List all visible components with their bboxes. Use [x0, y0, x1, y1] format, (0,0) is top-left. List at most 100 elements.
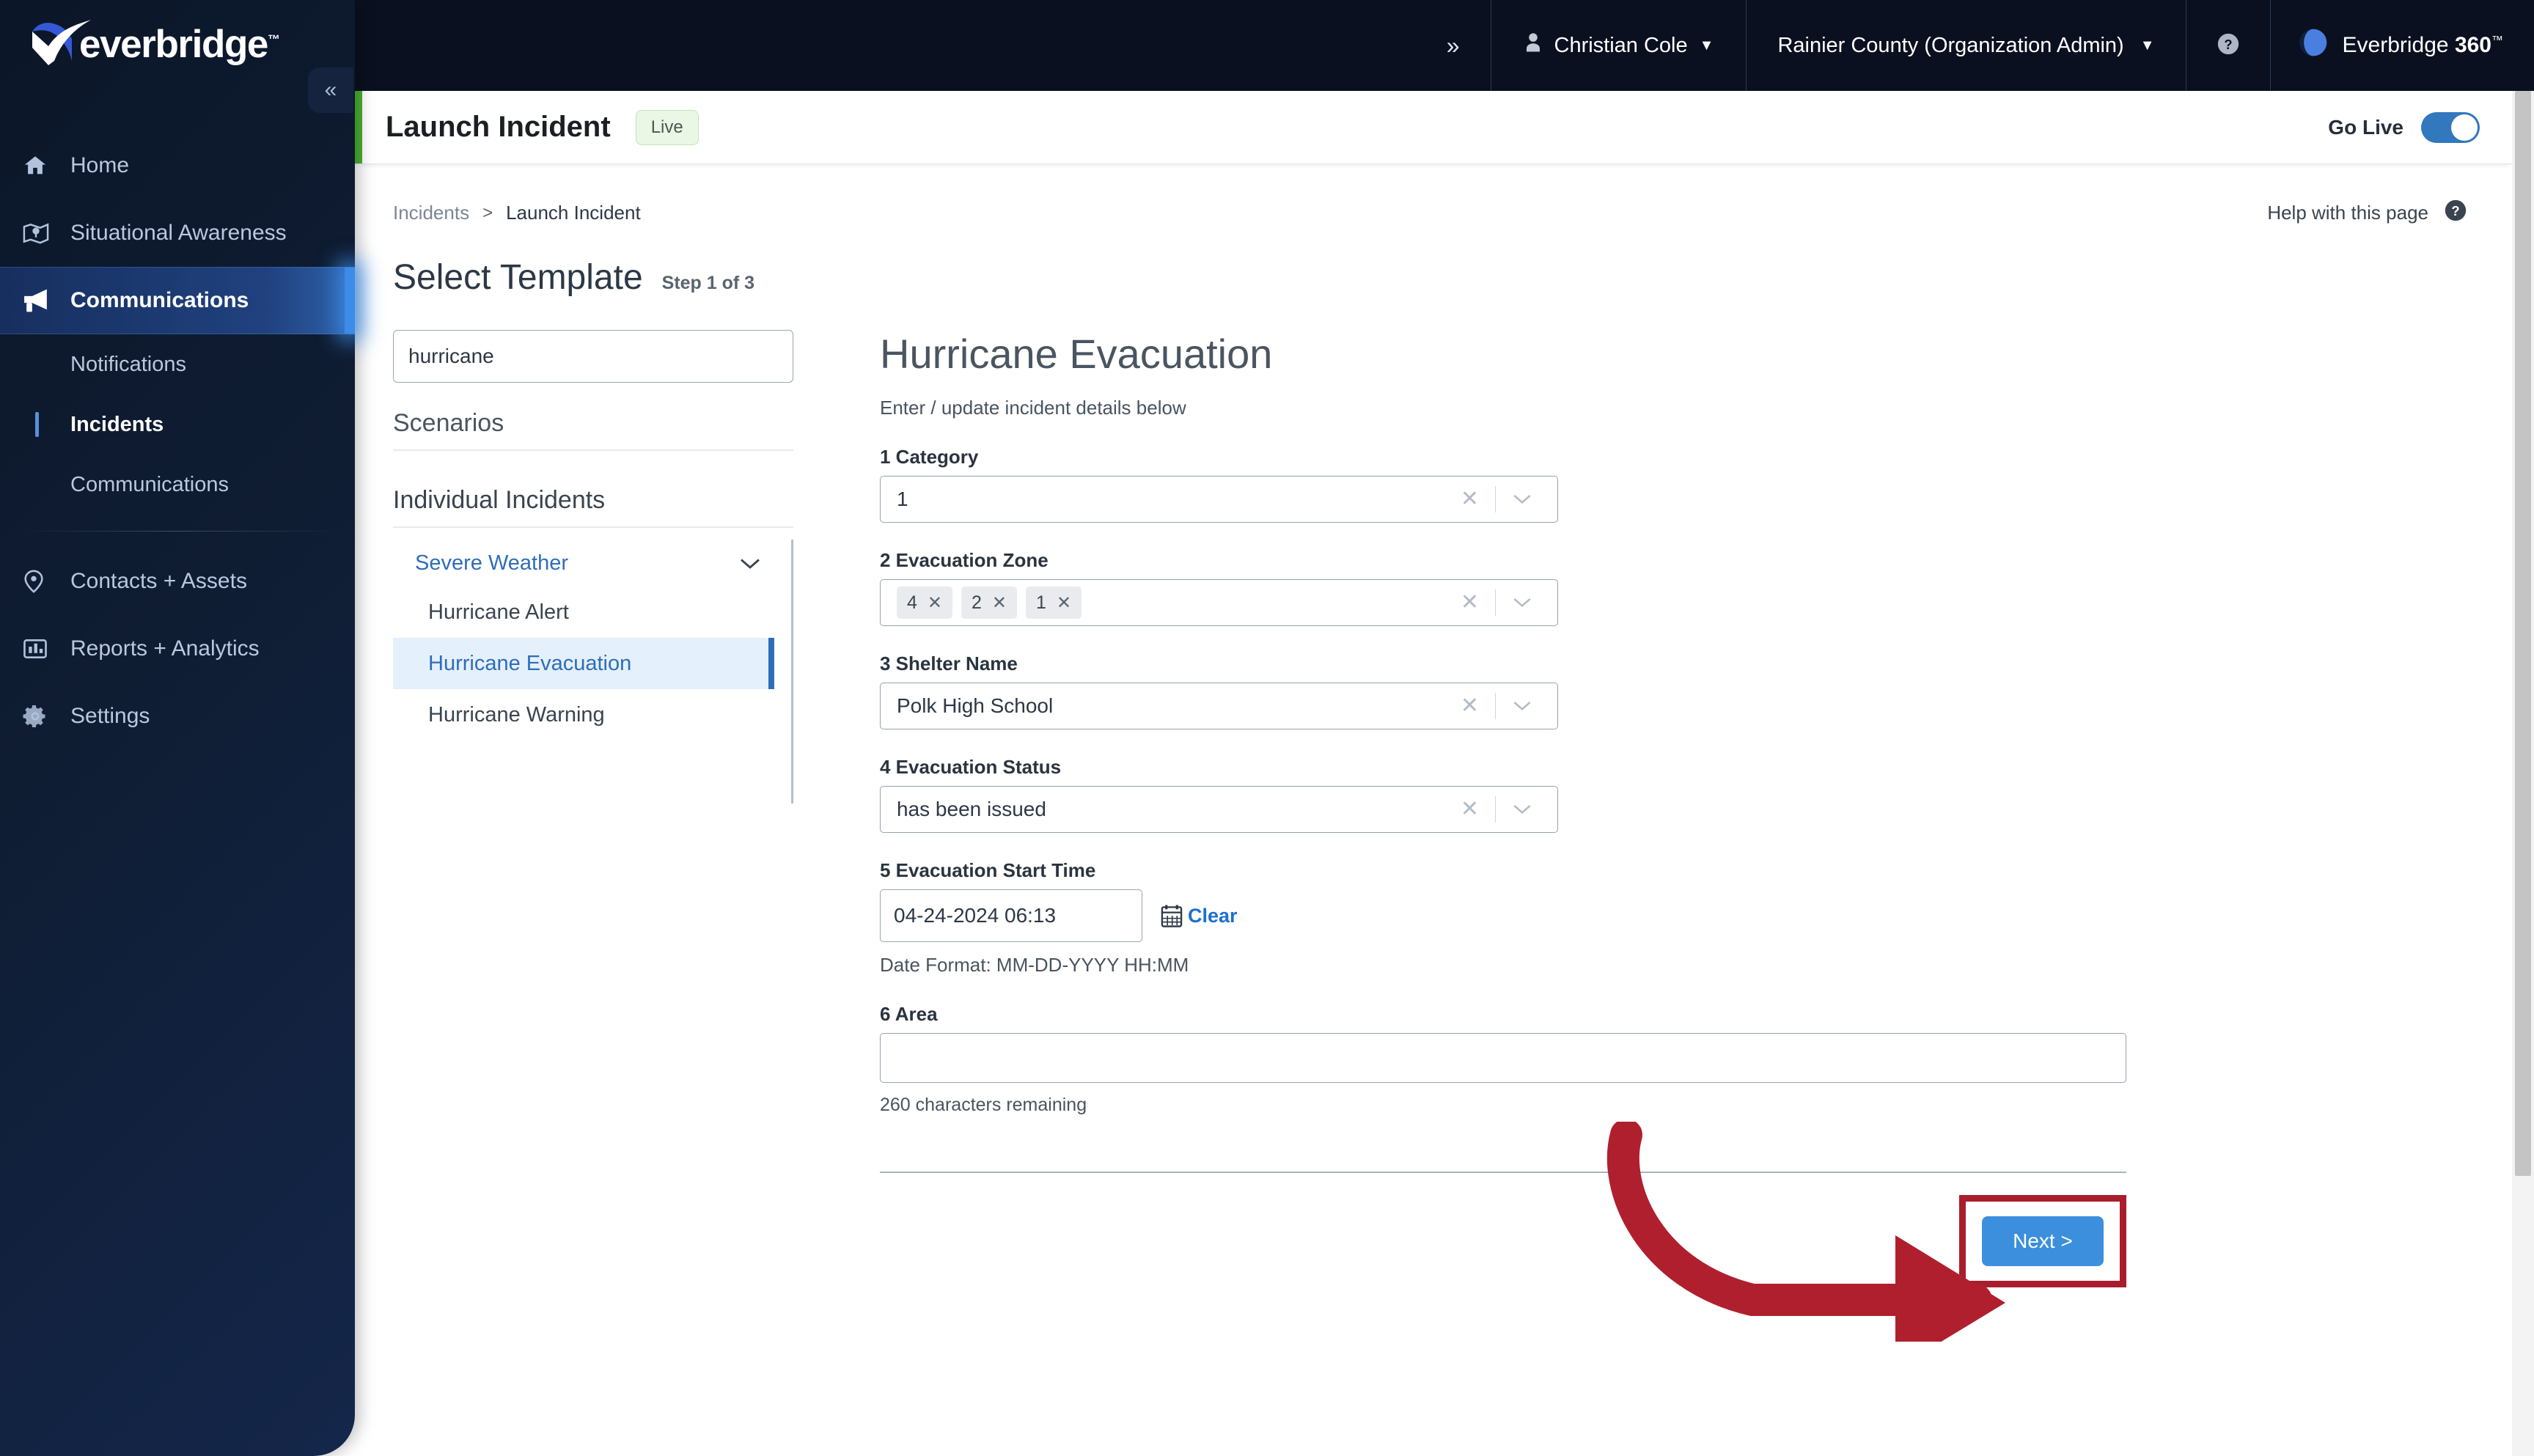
- template-category-severe-weather[interactable]: Severe Weather: [393, 540, 774, 587]
- page-title: Launch Incident: [386, 111, 611, 143]
- page-scrollbar[interactable]: [2512, 91, 2534, 1456]
- megaphone-icon: [22, 288, 70, 313]
- sidebar-item-communications[interactable]: Communications: [0, 267, 355, 334]
- question-circle-icon: ?: [2443, 198, 2468, 228]
- breadcrumb-separator: >: [482, 202, 493, 223]
- template-picker: Scenarios Individual Incidents Severe We…: [393, 330, 811, 1287]
- field-label: 1 Category: [880, 446, 979, 468]
- field-evacuation-start-time: 5 Evacuation Start Time 04-24-2024 06:13…: [880, 859, 2380, 977]
- evacuation-status-value: has been issued: [897, 798, 1046, 820]
- sidebar: everbridge™ « Home Situational Awareness…: [0, 0, 355, 1456]
- field-label: 5 Evacuation Start Time: [880, 859, 1096, 881]
- template-item-hurricane-evacuation[interactable]: Hurricane Evacuation: [393, 638, 774, 689]
- divider: [393, 526, 793, 528]
- expand-nav-icon[interactable]: »: [1414, 32, 1491, 59]
- everbridge-360-switch[interactable]: Everbridge 360™: [2271, 26, 2534, 65]
- category-select[interactable]: 1 ✕: [880, 476, 1558, 523]
- breadcrumb: Incidents > Launch Incident Help with th…: [355, 164, 2512, 228]
- chart-bar-icon: [22, 637, 70, 661]
- selected-chips: 4 ✕ 2 ✕ 1 ✕: [897, 587, 1082, 619]
- chip-remove-icon[interactable]: ✕: [928, 592, 942, 614]
- template-search-input[interactable]: [393, 330, 793, 383]
- chip[interactable]: 1 ✕: [1026, 587, 1082, 619]
- chevron-down-icon: ▼: [2140, 37, 2155, 54]
- sidebar-item-label: Contacts + Assets: [70, 569, 247, 593]
- evacuation-zone-select[interactable]: 4 ✕ 2 ✕ 1 ✕ ✕: [880, 579, 1558, 626]
- gear-icon: [22, 703, 70, 729]
- field-label: 4 Evacuation Status: [880, 756, 1062, 778]
- form-subtitle: Enter / update incident details below: [880, 397, 1186, 419]
- chevron-down-icon[interactable]: [1496, 489, 1547, 510]
- chip[interactable]: 4 ✕: [897, 587, 953, 619]
- close-x-icon[interactable]: ✕: [1444, 488, 1495, 510]
- help-link-label: Help with this page: [2267, 202, 2428, 224]
- breadcrumb-current: Launch Incident: [506, 202, 641, 224]
- organization-selector[interactable]: Rainier County (Organization Admin) ▼: [1747, 34, 2185, 58]
- template-item-label: Hurricane Alert: [428, 600, 569, 624]
- help-with-this-page-link[interactable]: Help with this page ?: [2267, 198, 2468, 228]
- sidebar-item-communications-sub[interactable]: Communications: [0, 455, 355, 515]
- shelter-name-select[interactable]: Polk High School ✕: [880, 683, 1558, 729]
- sidebar-item-home[interactable]: Home: [0, 132, 355, 199]
- sidebar-subitem-label: Communications: [70, 472, 229, 496]
- divider: [393, 449, 793, 451]
- template-item-hurricane-alert[interactable]: Hurricane Alert: [393, 587, 774, 638]
- area-input[interactable]: [880, 1033, 2126, 1083]
- close-x-icon[interactable]: ✕: [1444, 592, 1495, 614]
- sidebar-item-contacts-assets[interactable]: Contacts + Assets: [0, 548, 355, 615]
- chevron-down-icon[interactable]: [1496, 592, 1547, 613]
- clear-date-link[interactable]: Clear: [1188, 905, 1238, 927]
- evacuation-status-select[interactable]: has been issued ✕: [880, 786, 1558, 833]
- next-button[interactable]: Next >: [1982, 1216, 2104, 1266]
- close-x-icon[interactable]: ✕: [1444, 695, 1495, 717]
- chip[interactable]: 2 ✕: [961, 587, 1018, 619]
- location-pin-icon: [22, 569, 70, 594]
- go-live-label: Go Live: [2328, 115, 2403, 139]
- help-button[interactable]: ?: [2186, 32, 2270, 60]
- sidebar-item-notifications[interactable]: Notifications: [0, 334, 355, 394]
- calendar-icon[interactable]: [1160, 902, 1183, 929]
- sidebar-subitem-label: Notifications: [70, 352, 186, 376]
- close-x-icon[interactable]: ✕: [1444, 798, 1495, 820]
- sidebar-item-label: Home: [70, 153, 130, 177]
- template-and-form-layout: Scenarios Individual Incidents Severe We…: [355, 298, 2512, 1287]
- incident-form: Hurricane Evacuation Enter / update inci…: [880, 330, 2512, 1287]
- template-list-scrollbar[interactable]: [791, 540, 793, 804]
- category-value: 1: [897, 488, 908, 510]
- chip-remove-icon[interactable]: ✕: [1057, 592, 1071, 614]
- form-title: Hurricane Evacuation: [880, 331, 1273, 377]
- select-actions: ✕: [1444, 693, 1547, 719]
- status-badge: Live: [635, 109, 699, 145]
- date-time-row: Clear: [880, 889, 2380, 942]
- evacuation-start-time-input[interactable]: [880, 889, 1142, 942]
- chip-label: 4: [907, 592, 917, 613]
- chevron-down-icon[interactable]: [1496, 696, 1547, 716]
- chip-label: 2: [972, 592, 982, 613]
- breadcrumb-incidents[interactable]: Incidents: [393, 202, 469, 224]
- field-area: 6 Area 260 characters remaining: [880, 1003, 2380, 1116]
- everbridge-logo[interactable]: everbridge™: [26, 15, 280, 73]
- sidebar-item-incidents[interactable]: Incidents: [0, 394, 355, 455]
- template-item-hurricane-warning[interactable]: Hurricane Warning: [393, 689, 774, 740]
- sidebar-item-settings[interactable]: Settings: [0, 683, 355, 750]
- home-icon: [22, 153, 70, 178]
- everbridge-360-icon: [2297, 26, 2329, 65]
- sidebar-item-reports-analytics[interactable]: Reports + Analytics: [0, 615, 355, 683]
- sidebar-collapse-icon[interactable]: «: [308, 67, 353, 113]
- chevron-down-icon[interactable]: [1496, 799, 1547, 820]
- field-label: 3 Shelter Name: [880, 652, 1018, 674]
- select-actions: ✕: [1444, 486, 1547, 512]
- page-scrollbar-thumb[interactable]: [2515, 91, 2531, 1176]
- chevron-double-left-icon: «: [324, 78, 337, 102]
- form-actions: Next >: [880, 1195, 2126, 1287]
- svg-text:?: ?: [2451, 203, 2459, 218]
- sidebar-item-label: Reports + Analytics: [70, 636, 260, 661]
- user-menu[interactable]: Christian Cole ▼: [1491, 32, 1747, 59]
- sidebar-item-situational-awareness[interactable]: Situational Awareness: [0, 199, 355, 267]
- chip-label: 1: [1036, 592, 1046, 613]
- top-navigation-bar: » Christian Cole ▼ Rainier County (Organ…: [355, 0, 2534, 91]
- go-live-toggle[interactable]: [2421, 111, 2480, 143]
- chip-remove-icon[interactable]: ✕: [992, 592, 1007, 614]
- page-header: Launch Incident Live Go Live: [355, 91, 2512, 164]
- template-list: Severe Weather Hurricane Alert Hurricane…: [393, 540, 793, 804]
